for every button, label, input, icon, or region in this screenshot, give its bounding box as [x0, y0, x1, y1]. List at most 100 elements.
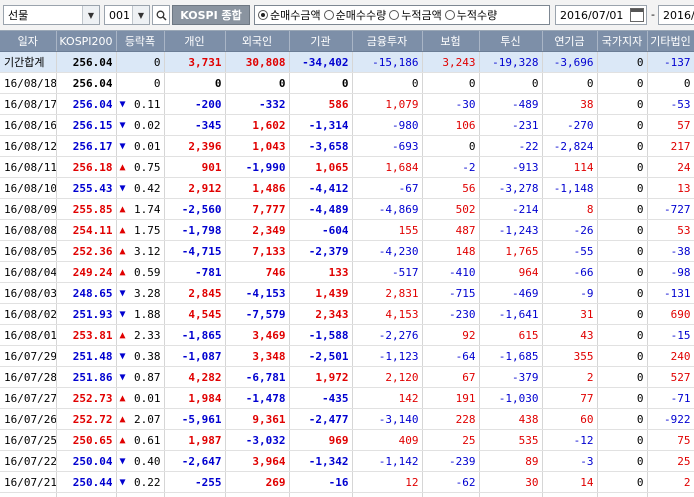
calendar-icon[interactable]: [630, 8, 644, 22]
table-row[interactable]: 16/08/17256.04▼0.11-200-3325861,079-30-4…: [0, 94, 694, 115]
table-row[interactable]: 16/07/25250.65▲0.611,987-3,0329694092553…: [0, 430, 694, 451]
column-header[interactable]: 투신: [479, 31, 542, 52]
kospi200-cell: 251.86: [56, 367, 116, 388]
financial-investment-cell: 2,831: [352, 283, 422, 304]
table-row[interactable]: 16/07/28251.86▼0.874,282-6,7811,9722,120…: [0, 367, 694, 388]
table-row[interactable]: 16/08/09255.85▲1.74-2,5607,777-4,489-4,8…: [0, 199, 694, 220]
date-to-field[interactable]: 2016/: [658, 5, 694, 25]
table-row[interactable]: 16/08/12256.17▼0.012,3961,043-3,658-6930…: [0, 136, 694, 157]
table-row[interactable]: 16/08/10255.43▼0.422,9121,486-4,412-6756…: [0, 178, 694, 199]
column-header[interactable]: 일자: [0, 31, 56, 52]
radio-net-buy-amount[interactable]: 순매수금액: [258, 7, 321, 23]
insurance-cell: 502: [422, 199, 479, 220]
kospi-index-button[interactable]: KOSPI 종합: [172, 5, 250, 25]
table-row[interactable]: 16/07/22250.04▼0.40-2,6473,964-1,342-1,1…: [0, 451, 694, 472]
table-row[interactable]: 16/07/20250.66▼0.312,024-864-1,092-1,060…: [0, 493, 694, 497]
investor-trading-grid: 일자KOSPI200등락폭개인외국인기관금융투자보험투신연기금국가지자기타법인 …: [0, 30, 694, 497]
table-row[interactable]: 16/08/16256.15▼0.02-3451,602-1,314-98010…: [0, 115, 694, 136]
table-row[interactable]: 16/08/02251.93▼1.884,545-7,5792,3434,153…: [0, 304, 694, 325]
investment-trust-cell: -469: [479, 283, 542, 304]
radio-net-buy-qty[interactable]: 순매수수량: [324, 7, 387, 23]
financial-investment-cell: 12: [352, 472, 422, 493]
pension-fund-cell: -3: [542, 451, 597, 472]
column-header[interactable]: 기타법인: [647, 31, 694, 52]
column-header[interactable]: 국가지자: [597, 31, 647, 52]
investment-trust-cell: 30: [479, 472, 542, 493]
other-corp-cell: 13: [647, 178, 694, 199]
foreign-cell: -6,781: [225, 367, 289, 388]
financial-investment-cell: 0: [352, 73, 422, 94]
institution-cell: -3,658: [289, 136, 352, 157]
investment-trust-cell: 0: [479, 73, 542, 94]
financial-investment-cell: -693: [352, 136, 422, 157]
foreign-cell: -864: [225, 493, 289, 497]
financial-investment-cell: -15,186: [352, 52, 422, 73]
table-row[interactable]: 16/08/04249.24▲0.59-781746133-517-410964…: [0, 262, 694, 283]
table-row[interactable]: 16/07/21250.44▼0.22-255269-1612-62301402: [0, 472, 694, 493]
table-row[interactable]: 16/08/18256.040000000000: [0, 73, 694, 94]
up-arrow-icon: ▲: [120, 414, 126, 425]
down-arrow-icon: ▼: [120, 372, 126, 383]
up-arrow-icon: ▲: [120, 162, 126, 173]
date-cell: 16/08/10: [0, 178, 56, 199]
table-row[interactable]: 16/08/05252.36▲3.12-4,7157,133-2,379-4,2…: [0, 241, 694, 262]
column-header[interactable]: 개인: [164, 31, 225, 52]
column-header[interactable]: KOSPI200: [56, 31, 116, 52]
column-header[interactable]: 외국인: [225, 31, 289, 52]
other-corp-cell: 25: [647, 451, 694, 472]
investment-trust-cell: -1,685: [479, 346, 542, 367]
table-row[interactable]: 16/08/11256.18▲0.75901-1,9901,0651,684-2…: [0, 157, 694, 178]
other-corp-cell: -727: [647, 199, 694, 220]
table-row[interactable]: 16/07/29251.48▼0.38-1,0873,348-2,501-1,1…: [0, 346, 694, 367]
table-row[interactable]: 16/07/27252.73▲0.011,984-1,478-435142191…: [0, 388, 694, 409]
insurance-cell: 106: [422, 115, 479, 136]
pension-fund-cell: -2,824: [542, 136, 597, 157]
column-header[interactable]: 연기금: [542, 31, 597, 52]
change-cell: ▲0.01: [116, 388, 164, 409]
change-cell: ▼0.31: [116, 493, 164, 497]
date-cell: 기간합계: [0, 52, 56, 73]
change-value: 0.87: [134, 371, 161, 384]
chevron-down-icon[interactable]: ▼: [82, 6, 99, 24]
date-cell: 16/07/25: [0, 430, 56, 451]
summary-row[interactable]: 기간합계256.0403,73130,808-34,402-15,1863,24…: [0, 52, 694, 73]
radio-unchecked-icon: [389, 10, 399, 20]
kospi200-cell: 255.43: [56, 178, 116, 199]
foreign-cell: -332: [225, 94, 289, 115]
change-cell: ▼0.02: [116, 115, 164, 136]
column-header[interactable]: 금융투자: [352, 31, 422, 52]
radio-cumulative-amount[interactable]: 누적금액: [389, 7, 441, 23]
column-header[interactable]: 등락폭: [116, 31, 164, 52]
foreign-cell: 1,486: [225, 178, 289, 199]
search-button[interactable]: [152, 5, 170, 25]
table-row[interactable]: 16/07/26252.72▲2.07-5,9619,361-2,477-3,1…: [0, 409, 694, 430]
radio-cumulative-qty[interactable]: 누적수량: [445, 7, 497, 23]
institution-cell: 1,972: [289, 367, 352, 388]
code-select[interactable]: 001 ▼: [104, 5, 150, 25]
other-corp-cell: 217: [647, 136, 694, 157]
kospi200-cell: 252.72: [56, 409, 116, 430]
other-corp-cell: 0: [647, 73, 694, 94]
financial-investment-cell: 142: [352, 388, 422, 409]
table-row[interactable]: 16/08/03248.65▼3.282,845-4,1531,4392,831…: [0, 283, 694, 304]
pension-fund-cell: 43: [542, 325, 597, 346]
date-from-field[interactable]: 2016/07/01: [555, 5, 647, 25]
financial-investment-cell: -67: [352, 178, 422, 199]
up-arrow-icon: ▲: [120, 393, 126, 404]
chevron-down-icon[interactable]: ▼: [132, 6, 149, 24]
date-cell: 16/08/11: [0, 157, 56, 178]
institution-cell: -2,477: [289, 409, 352, 430]
change-value: 3.28: [134, 287, 161, 300]
kospi200-cell: 250.65: [56, 430, 116, 451]
column-header[interactable]: 기관: [289, 31, 352, 52]
table-row[interactable]: 16/08/08254.11▲1.75-1,7982,349-604155487…: [0, 220, 694, 241]
kospi200-cell: 256.17: [56, 136, 116, 157]
pension-fund-cell: 114: [542, 157, 597, 178]
table-row[interactable]: 16/08/01253.81▲2.33-1,8653,469-1,588-2,2…: [0, 325, 694, 346]
column-header[interactable]: 보험: [422, 31, 479, 52]
market-select[interactable]: 선물 ▼: [3, 5, 100, 25]
change-cell: ▲2.33: [116, 325, 164, 346]
change-value: 3.12: [134, 245, 161, 258]
change-cell: ▼3.28: [116, 283, 164, 304]
insurance-cell: 0: [422, 136, 479, 157]
